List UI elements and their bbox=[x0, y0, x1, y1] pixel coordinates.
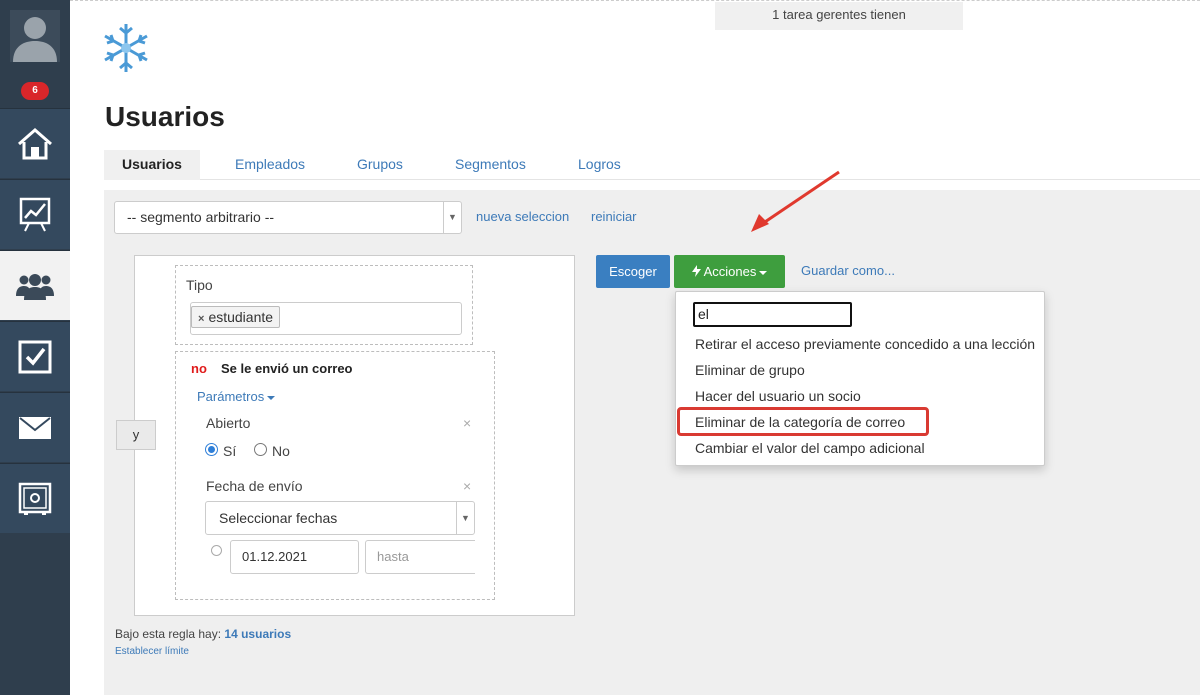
tab-empleados[interactable]: Empleados bbox=[235, 150, 305, 180]
action-item-remove-group[interactable]: Eliminar de grupo bbox=[695, 362, 805, 378]
params-dropdown-link[interactable]: Parámetros bbox=[197, 389, 276, 404]
type-tag[interactable]: × estudiante bbox=[191, 306, 281, 328]
negation-toggle[interactable]: no bbox=[191, 361, 207, 376]
actions-search-input[interactable]: el bbox=[693, 302, 852, 327]
new-selection-link[interactable]: nueva seleccion bbox=[476, 209, 569, 224]
sidebar-item-home[interactable] bbox=[0, 108, 70, 178]
radio-yes[interactable] bbox=[205, 443, 218, 456]
radio-yes-label: Sí bbox=[223, 443, 237, 459]
tab-bar: Usuarios Empleados Grupos Segmentos Logr… bbox=[104, 150, 1200, 180]
annotation-arrow-icon bbox=[751, 170, 840, 232]
sidebar: 6 bbox=[0, 0, 70, 695]
remove-send-date-icon[interactable]: × bbox=[463, 478, 471, 494]
tag-remove-icon[interactable]: × bbox=[198, 313, 204, 325]
page-title: Usuarios bbox=[105, 101, 225, 132]
radio-no-label: No bbox=[272, 443, 290, 459]
task-notice[interactable]: 1 tarea gerentes tienen bbox=[715, 2, 963, 30]
lightning-icon bbox=[691, 265, 701, 277]
safe-icon bbox=[18, 482, 52, 515]
users-icon bbox=[16, 273, 54, 300]
date-range-value: Seleccionar fechas bbox=[219, 510, 338, 526]
reset-link[interactable]: reiniciar bbox=[591, 209, 637, 224]
action-item-make-partner[interactable]: Hacer del usuario un socio bbox=[695, 388, 861, 404]
action-item-change-field[interactable]: Cambiar el valor del campo adicional bbox=[695, 440, 925, 456]
top-divider bbox=[70, 0, 1200, 2]
chart-icon bbox=[19, 197, 51, 231]
type-tag-label: estudiante bbox=[208, 309, 274, 325]
sidebar-item-users[interactable] bbox=[0, 250, 70, 320]
rule-summary-prefix: Bajo esta regla hay: bbox=[115, 627, 222, 641]
chevron-down-icon: ▼ bbox=[456, 502, 474, 534]
date-to-input[interactable]: hasta bbox=[365, 540, 475, 574]
logo bbox=[102, 22, 150, 79]
send-date-label: Fecha de envío bbox=[206, 478, 303, 494]
notification-badge[interactable]: 6 bbox=[21, 82, 49, 100]
checkbox-icon bbox=[18, 340, 52, 373]
set-limit-link[interactable]: Establecer límite bbox=[115, 646, 189, 657]
sidebar-item-mail[interactable] bbox=[0, 392, 70, 462]
mail-icon bbox=[19, 416, 51, 439]
sidebar-item-tasks[interactable] bbox=[0, 321, 70, 391]
actions-button-label: Acciones bbox=[703, 264, 757, 279]
date-from-input[interactable]: 01.12.2021 bbox=[230, 540, 359, 574]
caret-down-icon bbox=[267, 395, 276, 400]
sidebar-filler bbox=[0, 534, 70, 695]
choose-button[interactable]: Escoger bbox=[596, 255, 670, 288]
tab-segmentos[interactable]: Segmentos bbox=[455, 150, 526, 180]
tab-usuarios[interactable]: Usuarios bbox=[104, 150, 200, 180]
sidebar-item-reports[interactable] bbox=[0, 179, 70, 249]
caret-down-icon bbox=[759, 270, 768, 275]
snowflake-icon bbox=[104, 24, 148, 72]
operator-and-button[interactable]: y bbox=[116, 420, 156, 450]
chevron-down-icon: ▼ bbox=[443, 202, 461, 233]
remove-opened-icon[interactable]: × bbox=[463, 415, 471, 431]
opened-label: Abierto bbox=[206, 415, 251, 431]
sidebar-item-safe[interactable] bbox=[0, 463, 70, 533]
home-icon bbox=[18, 127, 52, 159]
save-as-link[interactable]: Guardar como... bbox=[801, 263, 895, 278]
rule-summary: Bajo esta regla hay: 14 usuarios bbox=[115, 627, 291, 641]
user-avatar-icon bbox=[10, 10, 60, 62]
params-link-label: Parámetros bbox=[197, 389, 265, 404]
annotation-highlight-box bbox=[677, 407, 929, 436]
type-label: Tipo bbox=[186, 277, 213, 293]
tab-logros[interactable]: Logros bbox=[578, 150, 621, 180]
user-count-link[interactable]: 14 usuarios bbox=[224, 627, 291, 641]
tab-grupos[interactable]: Grupos bbox=[357, 150, 403, 180]
radio-no[interactable] bbox=[254, 443, 267, 456]
condition-title: Se le envió un correo bbox=[221, 361, 353, 376]
action-item-revoke-access[interactable]: Retirar el acceso previamente concedido … bbox=[695, 336, 1035, 352]
actions-button[interactable]: Acciones bbox=[674, 255, 785, 288]
clock-icon bbox=[211, 545, 222, 556]
segment-select[interactable]: -- segmento arbitrario -- ▼ bbox=[114, 201, 462, 234]
segment-select-value: -- segmento arbitrario -- bbox=[127, 209, 275, 225]
date-range-select[interactable]: Seleccionar fechas ▼ bbox=[205, 501, 475, 535]
